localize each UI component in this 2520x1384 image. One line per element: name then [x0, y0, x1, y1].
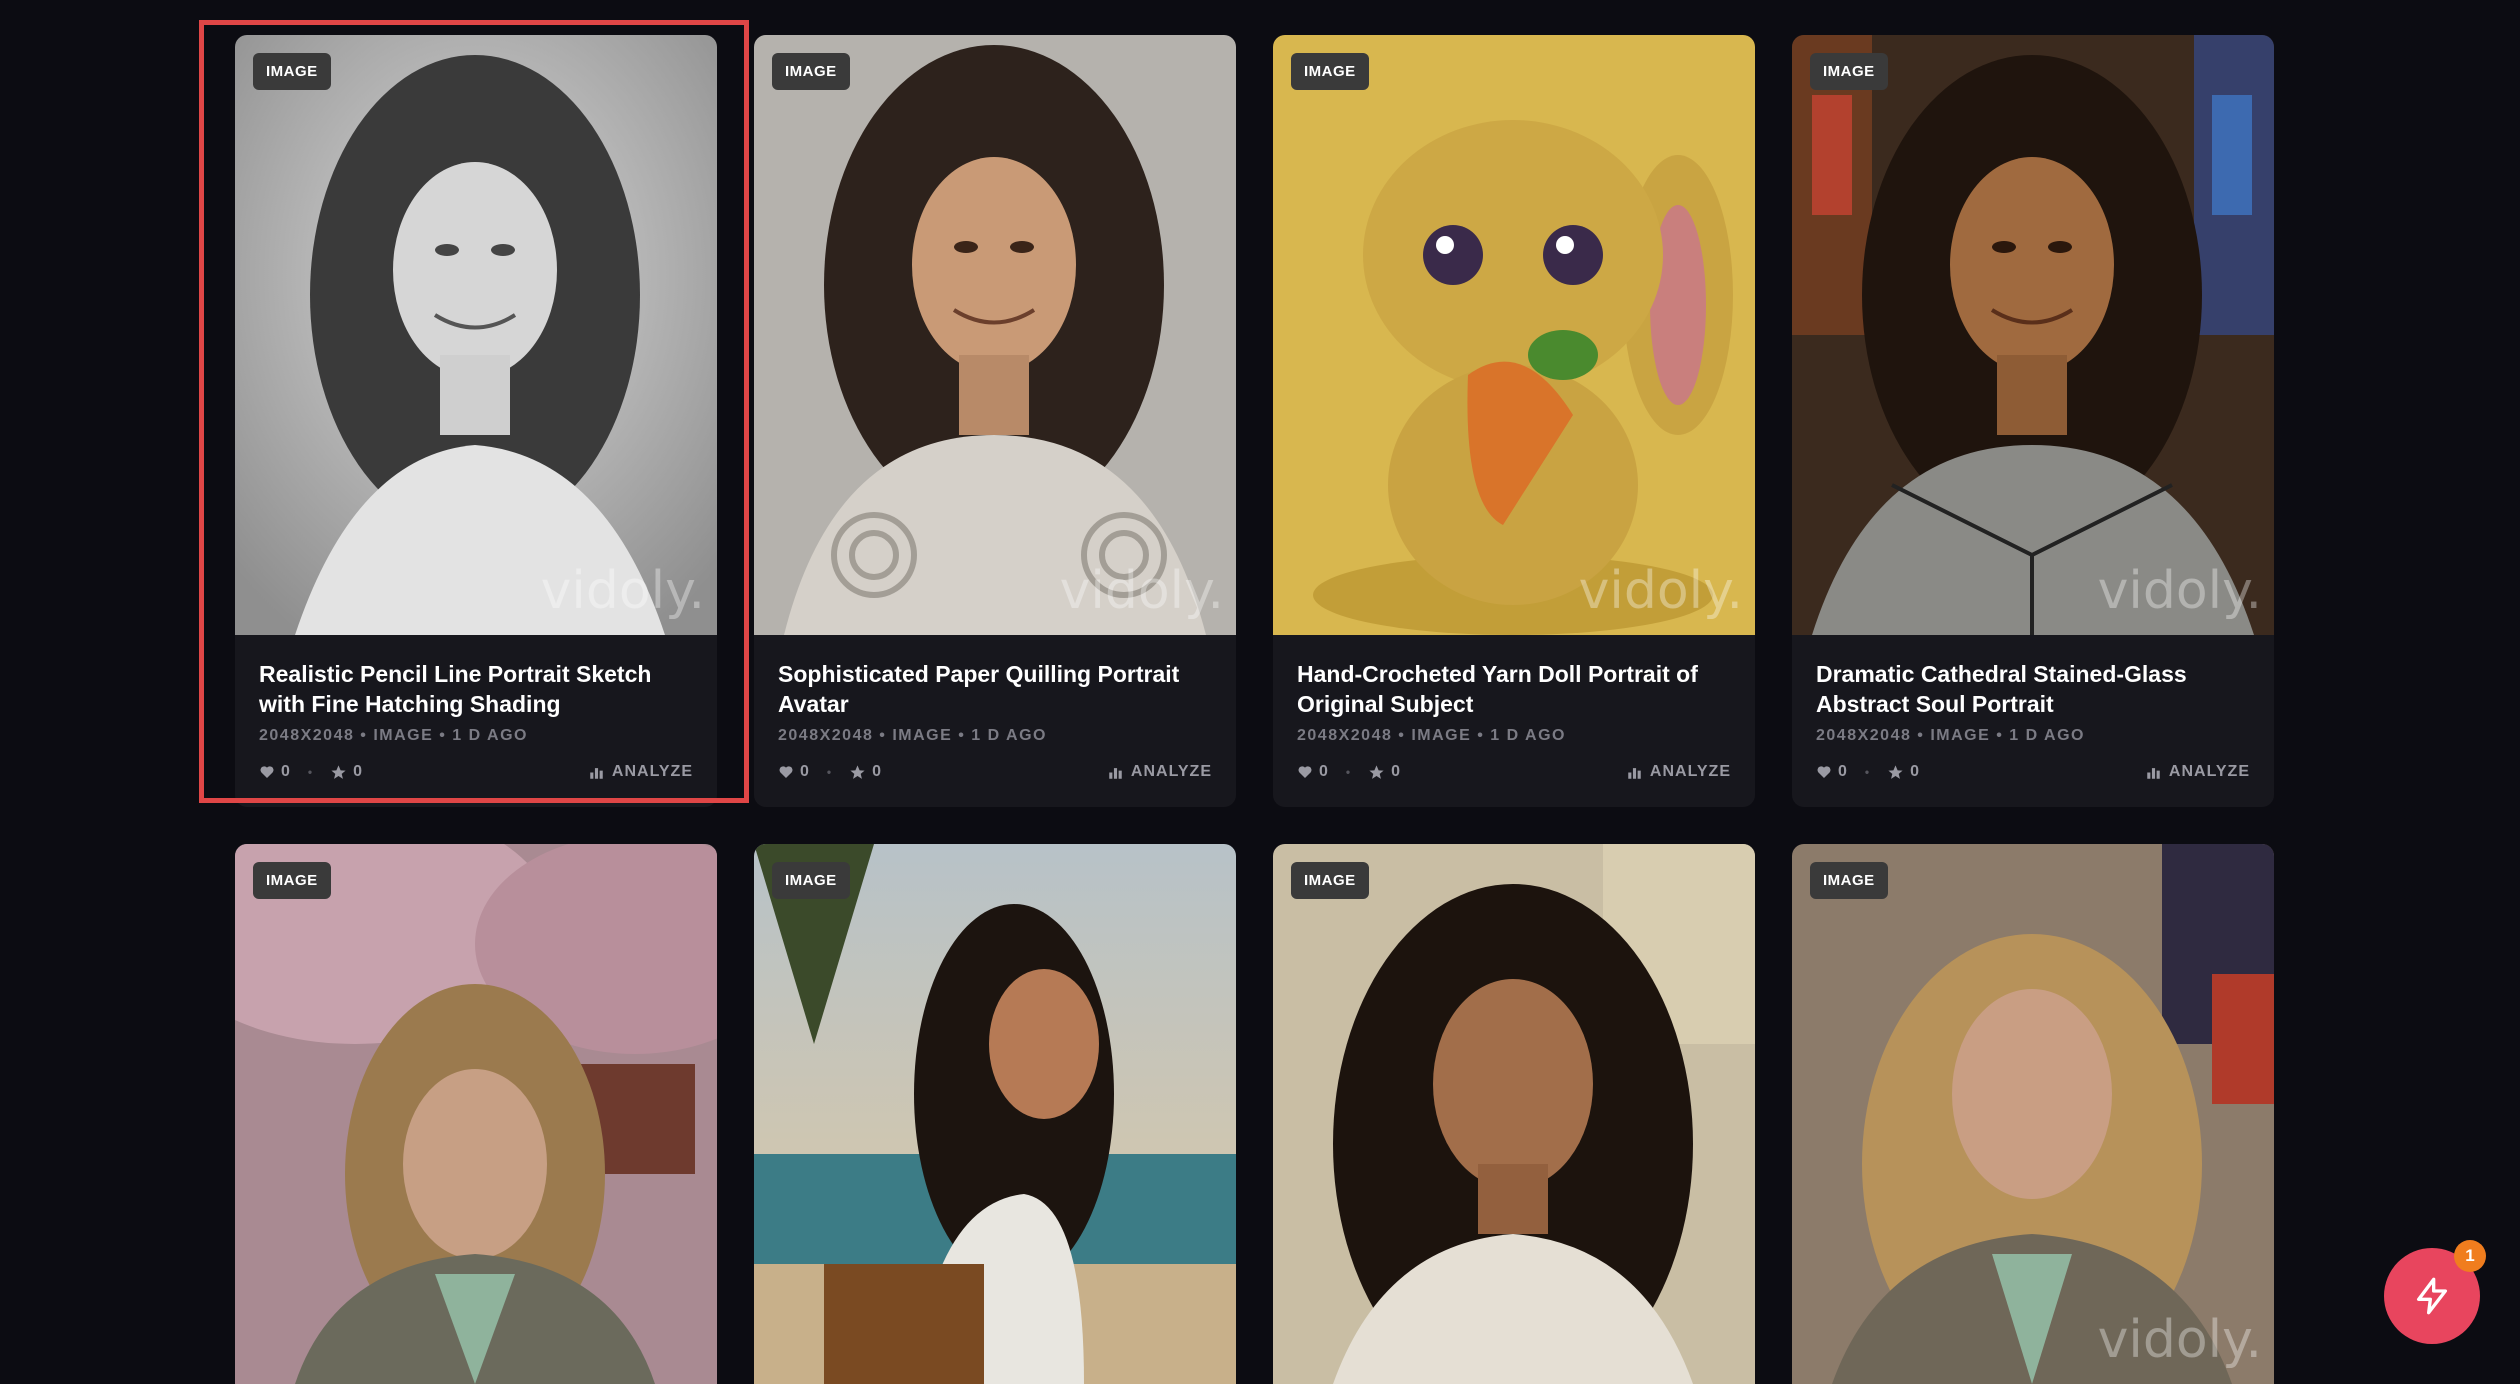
heart-icon [1817, 766, 1831, 778]
star-button[interactable]: 0 [1887, 763, 1919, 781]
analyze-label: ANALYZE [2168, 763, 2250, 780]
card-thumbnail[interactable]: IMAGE [235, 844, 717, 1384]
card-title[interactable]: Sophisticated Paper Quilling Portrait Av… [778, 659, 1212, 719]
watermark-text: vidoly. [1578, 561, 1743, 621]
gallery-card[interactable]: IMAGE vidoly. Hand-Crocheted Yarn Doll P… [1273, 35, 1755, 807]
analyze-label: ANALYZE [1130, 763, 1212, 780]
separator-dot: • [1864, 765, 1870, 779]
analyze-label: ANALYZE [611, 763, 693, 780]
like-button[interactable]: 0 [259, 763, 290, 781]
separator-dot: • [1345, 765, 1351, 779]
bar-chart-icon [1628, 767, 1641, 779]
card-thumbnail[interactable]: IMAGE vidoly. [1792, 844, 2274, 1384]
like-button[interactable]: 0 [1816, 763, 1847, 781]
card-meta: 2048X2048 • IMAGE • 1 D AGO [778, 727, 1047, 744]
gallery-card[interactable]: IMAGE [235, 844, 717, 1384]
gallery-card[interactable]: IMAGE vidoly. [1792, 844, 2274, 1384]
analyze-button[interactable]: ANALYZE [589, 763, 693, 781]
gallery-card[interactable]: IMAGE vidoly. Sophisticated Paper Quilli… [754, 35, 1236, 807]
heart-icon [260, 766, 274, 778]
star-count: 0 [353, 763, 363, 780]
separator-dot: • [307, 765, 313, 779]
card-meta: 2048X2048 • IMAGE • 1 D AGO [1816, 727, 2085, 744]
thumbnail-image [1273, 844, 1755, 1384]
bar-chart-icon [590, 767, 603, 779]
gallery-card[interactable]: IMAGE [754, 844, 1236, 1384]
thumbnail-image [1273, 35, 1755, 635]
thumbnail-image [754, 35, 1236, 635]
thumbnail-image [754, 844, 1236, 1384]
like-count: 0 [800, 763, 809, 780]
bar-chart-icon [1109, 767, 1122, 779]
image-type-badge: IMAGE [1291, 53, 1369, 90]
image-type-badge: IMAGE [1810, 53, 1888, 90]
card-thumbnail[interactable]: IMAGE vidoly. [235, 35, 717, 635]
star-count: 0 [872, 763, 882, 780]
star-button[interactable]: 0 [849, 763, 881, 781]
gallery-grid: IMAGE vidoly. Realistic Pencil Line Port… [235, 35, 2274, 1384]
separator-dot: • [826, 765, 832, 779]
star-count: 0 [1391, 763, 1401, 780]
thumbnail-image [235, 844, 717, 1384]
image-type-badge: IMAGE [772, 53, 850, 90]
gallery-card[interactable]: IMAGE [1273, 844, 1755, 1384]
card-thumbnail[interactable]: IMAGE vidoly. [1273, 35, 1755, 635]
star-icon [1369, 764, 1384, 779]
thumbnail-image [1792, 844, 2274, 1384]
lightning-icon [2417, 1277, 2447, 1315]
thumbnail-image [1792, 35, 2274, 635]
heart-icon [779, 766, 793, 778]
card-thumbnail[interactable]: IMAGE [754, 844, 1236, 1384]
analyze-button[interactable]: ANALYZE [1627, 763, 1731, 781]
like-button[interactable]: 0 [1297, 763, 1328, 781]
gallery-card[interactable]: IMAGE vidoly. Dramatic Cathedral Stained… [1792, 35, 2274, 807]
star-icon [1888, 764, 1903, 779]
image-type-badge: IMAGE [1810, 862, 1888, 899]
quick-action-button[interactable]: 1 [2384, 1240, 2486, 1344]
star-icon [331, 764, 346, 779]
card-thumbnail[interactable]: IMAGE vidoly. [1792, 35, 2274, 635]
card-title[interactable]: Hand-Crocheted Yarn Doll Portrait of Ori… [1297, 659, 1731, 719]
card-title[interactable]: Realistic Pencil Line Portrait Sketch wi… [259, 659, 693, 719]
analyze-button[interactable]: ANALYZE [2146, 763, 2250, 781]
watermark-text: vidoly. [540, 561, 705, 621]
image-type-badge: IMAGE [1291, 862, 1369, 899]
star-icon [850, 764, 865, 779]
like-count: 0 [1319, 763, 1328, 780]
gallery-card[interactable]: IMAGE vidoly. Realistic Pencil Line Port… [235, 35, 717, 807]
watermark-text: vidoly. [2097, 1310, 2262, 1370]
bar-chart-icon [2147, 767, 2160, 779]
thumbnail-image [235, 35, 717, 635]
watermark-text: vidoly. [2097, 561, 2262, 621]
star-button[interactable]: 0 [330, 763, 362, 781]
image-type-badge: IMAGE [772, 862, 850, 899]
card-meta: 2048X2048 • IMAGE • 1 D AGO [259, 727, 528, 744]
card-thumbnail[interactable]: IMAGE vidoly. [754, 35, 1236, 635]
notification-badge: 1 [2454, 1240, 2486, 1272]
star-count: 0 [1910, 763, 1920, 780]
card-meta: 2048X2048 • IMAGE • 1 D AGO [1297, 727, 1566, 744]
watermark-text: vidoly. [1059, 561, 1224, 621]
card-thumbnail[interactable]: IMAGE [1273, 844, 1755, 1384]
like-count: 0 [281, 763, 290, 780]
star-button[interactable]: 0 [1368, 763, 1400, 781]
card-title[interactable]: Dramatic Cathedral Stained-Glass Abstrac… [1816, 659, 2250, 719]
analyze-label: ANALYZE [1649, 763, 1731, 780]
image-type-badge: IMAGE [253, 862, 331, 899]
analyze-button[interactable]: ANALYZE [1108, 763, 1212, 781]
like-button[interactable]: 0 [778, 763, 809, 781]
heart-icon [1298, 766, 1312, 778]
image-type-badge: IMAGE [253, 53, 331, 90]
like-count: 0 [1838, 763, 1847, 780]
